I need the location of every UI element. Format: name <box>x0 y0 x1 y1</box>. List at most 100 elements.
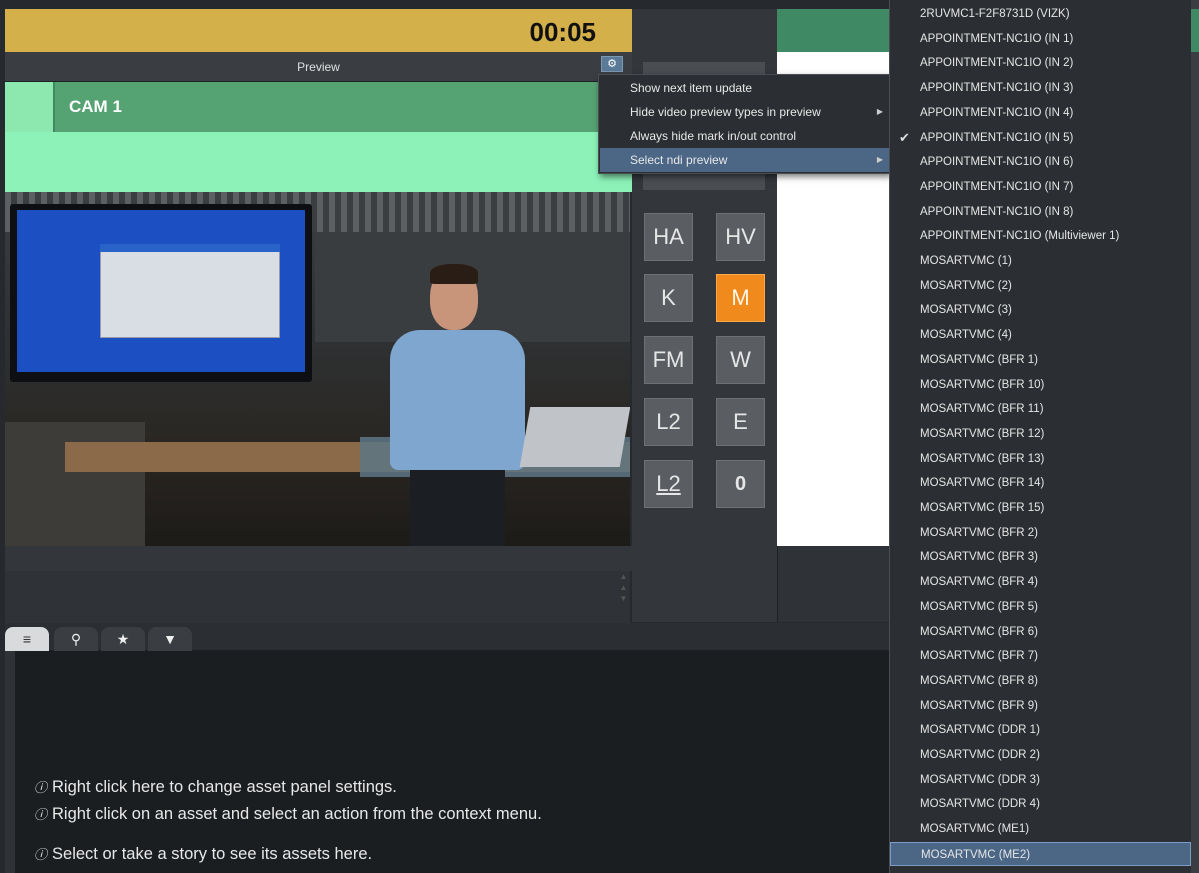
menu-item-select-ndi-preview[interactable]: Select ndi preview ▶ <box>600 148 889 172</box>
gear-icon[interactable]: ⚙ <box>601 56 623 72</box>
ndi-source-item[interactable]: APPOINTMENT-NC1IO (IN 1) <box>890 27 1191 51</box>
preview-status-strip <box>5 132 632 192</box>
menu-item-show-next-item-update[interactable]: Show next item update <box>600 76 889 100</box>
menu-item-hide-video-preview-types[interactable]: Hide video preview types in preview ▶ <box>600 100 889 124</box>
asset-panel-edge <box>5 651 15 873</box>
preview-footer <box>5 571 617 623</box>
ndi-source-item[interactable]: MOSARTVMC (ME2) <box>890 841 1191 866</box>
ndi-source-item[interactable]: MOSARTVMC (BFR 8) <box>890 669 1191 693</box>
ndi-source-item[interactable]: 2RUVMC1-F2F8731D (VIZK) <box>890 2 1191 26</box>
ndi-source-item[interactable]: MOSARTVMC (BFR 14) <box>890 471 1191 495</box>
ndi-source-item[interactable]: MOSARTVMC (BFR 3) <box>890 545 1191 569</box>
ndi-source-item[interactable]: MOSARTVMC (BFR 2) <box>890 521 1191 545</box>
preview-timeline <box>5 546 632 571</box>
ndi-source-item[interactable]: MOSARTVMC (BFR 11) <box>890 397 1191 421</box>
preview-context-menu: Show next item update Hide video preview… <box>598 74 890 174</box>
ndi-source-item[interactable]: APPOINTMENT-NC1IO (IN 7) <box>890 175 1191 199</box>
info-icon: ⓘ <box>34 808 48 823</box>
ndi-source-label: APPOINTMENT-NC1IO (IN 4) <box>920 106 1074 119</box>
ndi-source-label: MOSARTVMC (3) <box>920 304 1012 317</box>
ndi-source-label: APPOINTMENT-NC1IO (IN 2) <box>920 57 1074 70</box>
ndi-source-item[interactable]: APPOINTMENT-NC1IO (IN 6) <box>890 150 1191 174</box>
template-button-m[interactable]: M <box>716 274 765 322</box>
preview-title: Preview <box>297 60 340 74</box>
ndi-source-label: MOSARTVMC (BFR 8) <box>920 674 1038 687</box>
side-panel-footer <box>777 546 889 622</box>
ndi-source-item[interactable]: APPOINTMENT-NC1IO (IN 3) <box>890 76 1191 100</box>
ndi-source-item[interactable]: MOSARTVMC (BFR 13) <box>890 447 1191 471</box>
tab-list[interactable]: ≡ <box>5 627 49 651</box>
template-button-w[interactable]: W <box>716 336 765 384</box>
ndi-source-item[interactable]: MOSARTVMC (DDR 2) <box>890 743 1191 767</box>
ndi-source-item[interactable]: MOSARTVMC (DDR 3) <box>890 768 1191 792</box>
ndi-source-label: MOSARTVMC (BFR 5) <box>920 600 1038 613</box>
template-button-ha[interactable]: HA <box>644 213 693 261</box>
tab-search[interactable]: ⚲ <box>54 627 98 651</box>
ndi-source-label: MOSARTVMC (BFR 10) <box>920 378 1045 391</box>
menu-item-label: Always hide mark in/out control <box>630 129 797 143</box>
menu-item-always-hide-mark-in-out[interactable]: Always hide mark in/out control <box>600 124 889 148</box>
ndi-source-label: APPOINTMENT-NC1IO (IN 7) <box>920 180 1074 193</box>
ndi-source-item[interactable]: MOSARTVMC (BFR 6) <box>890 620 1191 644</box>
ndi-source-label: APPOINTMENT-NC1IO (IN 3) <box>920 82 1074 95</box>
ndi-source-item[interactable]: MOSARTVMC (ME1) <box>890 817 1191 841</box>
ndi-source-item[interactable]: APPOINTMENT-NC1IO (IN 4) <box>890 101 1191 125</box>
info-icon: ⓘ <box>34 848 48 863</box>
submenu-arrow-icon: ▶ <box>876 107 883 116</box>
ndi-source-label: MOSARTVMC (BFR 12) <box>920 427 1045 440</box>
template-button-hv[interactable]: HV <box>716 213 765 261</box>
preview-header: Preview <box>5 52 632 82</box>
ndi-source-label: MOSARTVMC (2) <box>920 279 1012 292</box>
ndi-source-submenu: 2RUVMC1-F2F8731D (VIZK) APPOINTMENT-NC1IO… <box>889 0 1191 873</box>
ndi-source-label: MOSARTVMC (DDR 1) <box>920 724 1040 737</box>
ndi-source-item[interactable]: MOSARTVMC (3) <box>890 298 1191 322</box>
tab-favorites[interactable]: ★ <box>101 627 145 651</box>
ndi-source-item[interactable]: MOSARTVMC (BFR 10) <box>890 373 1191 397</box>
ndi-source-item[interactable]: MOSARTVMC (DDR 1) <box>890 718 1191 742</box>
template-button-e[interactable]: E <box>716 398 765 446</box>
ndi-source-item[interactable]: MOSARTVMC (2) <box>890 274 1191 298</box>
star-icon: ★ <box>116 631 130 647</box>
ndi-source-label: MOSARTVMC (1) <box>920 255 1012 267</box>
ndi-source-label: MOSARTVMC (DDR 2) <box>920 749 1040 761</box>
cam-indicator <box>5 82 55 132</box>
ndi-source-label: MOSARTVMC (BFR 14) <box>920 477 1045 490</box>
template-button-l2-alt[interactable]: L2 <box>644 460 693 508</box>
ndi-source-item[interactable]: MOSARTVMC (BFR 5) <box>890 595 1191 619</box>
ndi-source-item[interactable]: MOSARTVMC (DDR 4) <box>890 792 1191 816</box>
ndi-source-label: MOSARTVMC (ME1) <box>920 823 1030 836</box>
menu-item-label: Select ndi preview <box>630 153 728 167</box>
video-presenter-legs <box>410 467 505 546</box>
menu-item-label: Show next item update <box>630 81 753 95</box>
ndi-source-item[interactable]: MOSARTVMC (BFR 9) <box>890 694 1191 718</box>
ndi-source-label: MOSARTVMC (BFR 11) <box>920 403 1044 416</box>
template-button-k[interactable]: K <box>644 274 693 322</box>
ndi-source-label: MOSARTVMC (DDR 3) <box>920 773 1040 786</box>
ndi-source-item[interactable]: MOSARTVMC (4) <box>890 323 1191 347</box>
tab-filter[interactable]: ▼ <box>148 627 192 651</box>
template-button-0[interactable]: 0 <box>716 460 765 508</box>
ndi-source-item[interactable]: ✔ APPOINTMENT-NC1IO (IN 5) <box>890 126 1191 150</box>
ndi-source-label: MOSARTVMC (BFR 4) <box>920 576 1038 589</box>
template-button-fm[interactable]: FM <box>644 336 693 384</box>
ndi-source-item[interactable]: MOSARTVMC (BFR 4) <box>890 570 1191 594</box>
template-button-l2[interactable]: L2 <box>644 398 693 446</box>
asset-panel[interactable] <box>15 651 889 873</box>
ndi-source-item[interactable]: MOSARTVMC (BFR 12) <box>890 422 1191 446</box>
ndi-source-item[interactable]: APPOINTMENT-NC1IO (IN 2) <box>890 51 1191 75</box>
ndi-source-item[interactable]: MOSARTVMC (1) <box>890 249 1191 273</box>
ndi-source-item[interactable]: MOSARTVMC (BFR 1) <box>890 348 1191 372</box>
ndi-source-label: MOSARTVMC (BFR 13) <box>920 452 1045 465</box>
top-panel-green <box>777 9 889 52</box>
video-laptop <box>519 407 630 467</box>
filter-icon: ▼ <box>163 631 177 647</box>
ndi-source-label: MOSARTVMC (ME2) <box>921 848 1031 861</box>
ndi-source-label: APPOINTMENT-NC1IO (IN 1) <box>920 32 1074 45</box>
ndi-source-item[interactable]: MOSARTVMC (BFR 15) <box>890 496 1191 520</box>
ndi-source-item[interactable]: APPOINTMENT-NC1IO (IN 8) <box>890 200 1191 224</box>
ndi-source-item[interactable]: MOSARTVMC (BFR 7) <box>890 644 1191 668</box>
ndi-source-label: APPOINTMENT-NC1IO (IN 6) <box>920 156 1074 169</box>
video-preview[interactable] <box>5 192 630 546</box>
ndi-source-item[interactable]: APPOINTMENT-NC1IO (Multiviewer 1) <box>890 224 1191 248</box>
vertical-scrollbar[interactable]: ▲ ▲ ▼ <box>617 571 630 623</box>
